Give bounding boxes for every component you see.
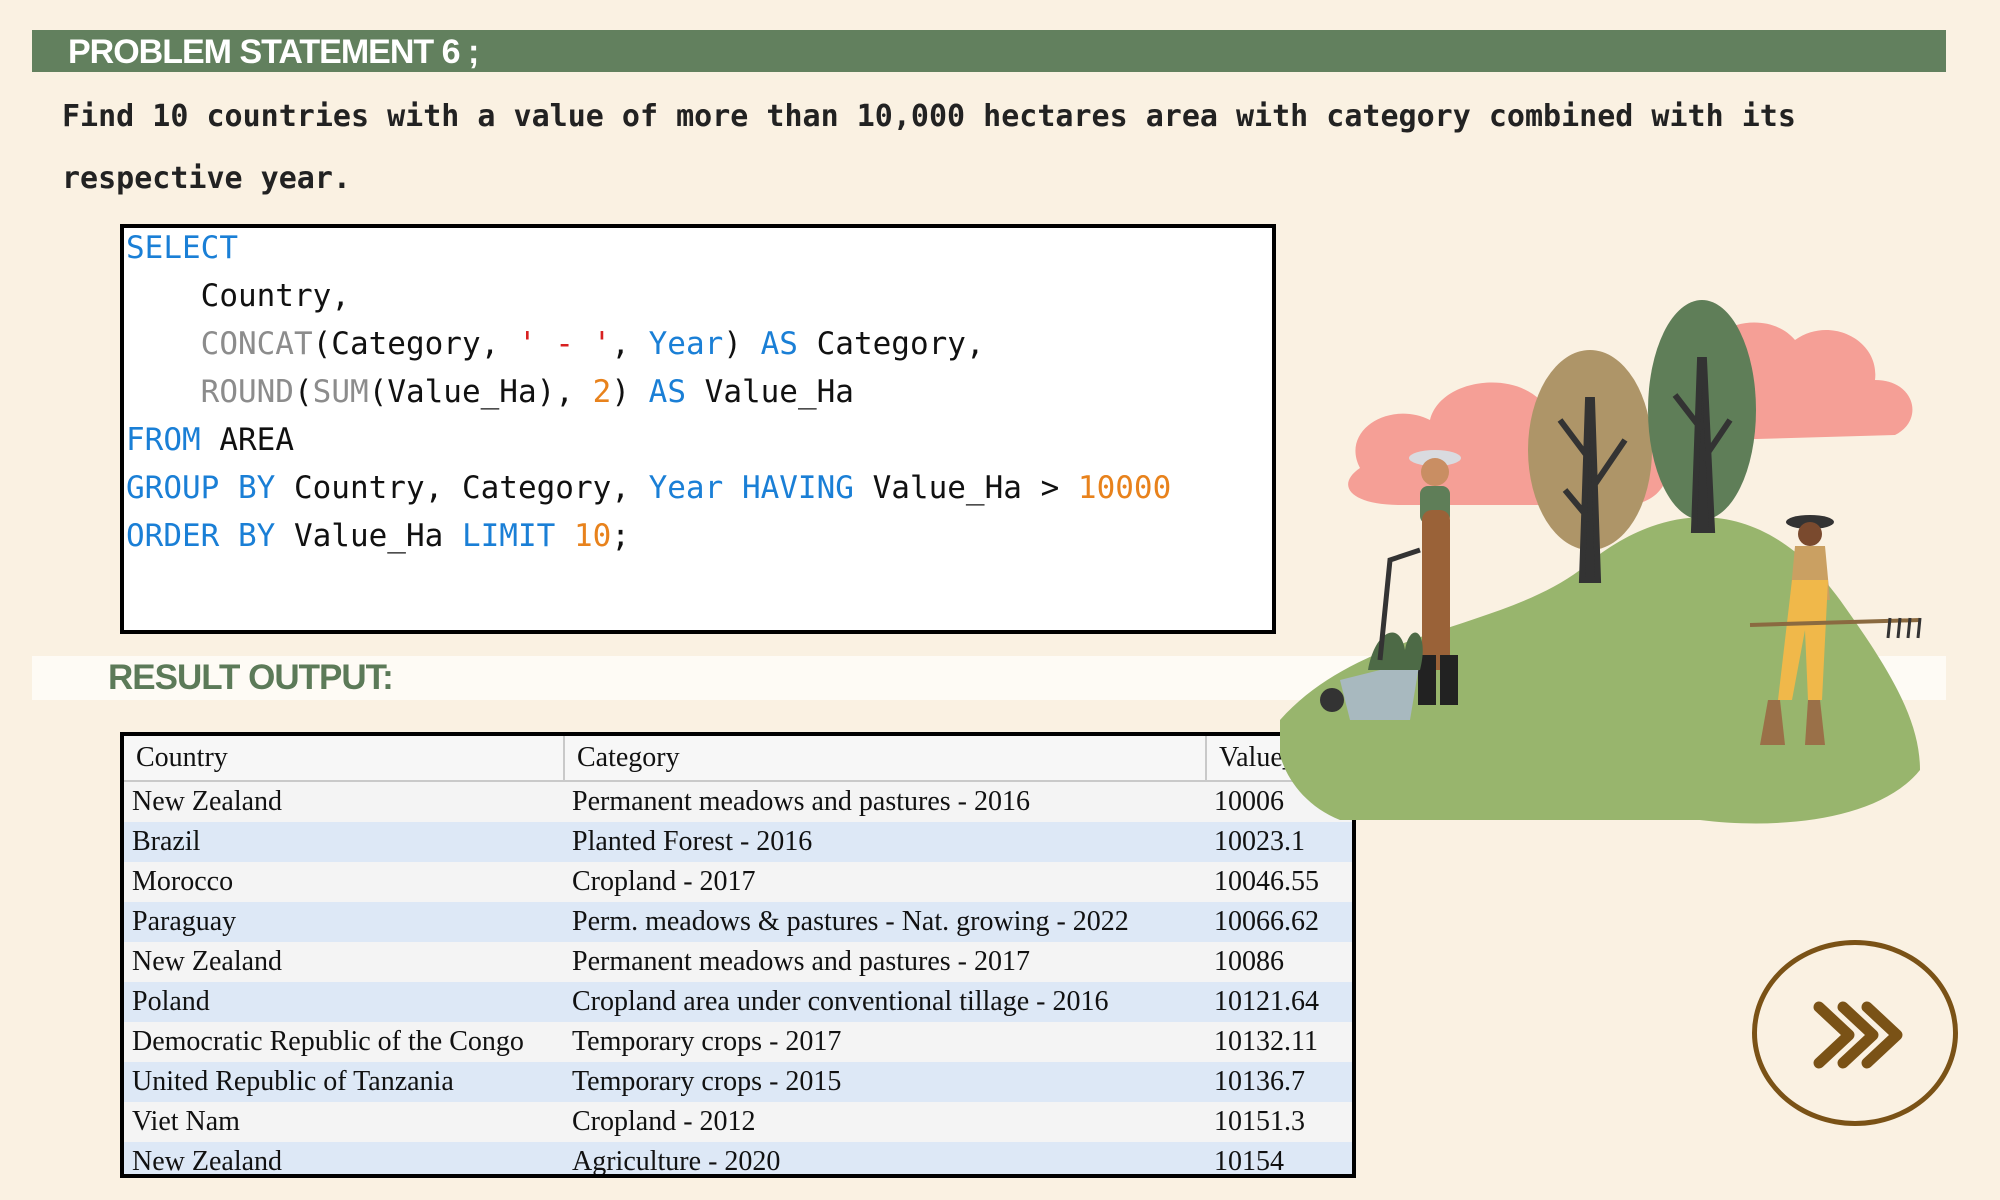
problem-statement: Find 10 countries with a value of more t… — [62, 86, 1942, 210]
table-row: New Zealand Permanent meadows and pastur… — [124, 942, 1352, 982]
cell-category: Agriculture - 2020 — [564, 1142, 1206, 1174]
alias-value-ha: Value_Ha — [704, 374, 854, 410]
page-title: PROBLEM STATEMENT 6 ; — [68, 33, 479, 71]
operator-gt: > — [1040, 470, 1060, 506]
table-row: New Zealand Agriculture - 2020 10154 — [124, 1142, 1352, 1174]
cell-country: New Zealand — [124, 781, 564, 822]
table-header-row: Country Category Value_Ha — [124, 736, 1352, 782]
chevron-triple-right-icon — [1813, 1001, 1903, 1069]
group-columns: Country, Category, — [293, 470, 630, 506]
kw-from: FROM — [126, 422, 201, 458]
cell-category: Cropland - 2012 — [564, 1102, 1206, 1142]
kw-limit: LIMIT — [461, 518, 556, 554]
concat-args: (Category, — [312, 326, 500, 362]
code-line-country: Country, — [126, 276, 350, 316]
cell-value-ha: 10151.3 — [1206, 1102, 1352, 1142]
cell-value-ha: 10066.62 — [1206, 902, 1352, 942]
cell-country: Viet Nam — [124, 1102, 564, 1142]
cell-country: Paraguay — [124, 902, 564, 942]
cell-category: Temporary crops - 2017 — [564, 1022, 1206, 1062]
table-row: Democratic Republic of the Congo Tempora… — [124, 1022, 1352, 1062]
table-row: United Republic of Tanzania Temporary cr… — [124, 1062, 1352, 1102]
fn-concat: CONCAT — [200, 326, 313, 362]
kw-as: AS — [648, 374, 686, 410]
num-ten: 10 — [573, 518, 612, 554]
num-two: 2 — [592, 374, 612, 410]
close-paren: ) — [611, 374, 630, 410]
having-column: Value_Ha — [872, 470, 1022, 506]
code-line-order-by: ORDER BY Value_Ha LIMIT 10; — [126, 516, 630, 556]
kw-group-by: GROUP BY — [126, 470, 276, 506]
sql-code-block: SELECT Country, CONCAT(Category, ' - ', … — [120, 224, 1276, 634]
close-paren: ) — [723, 326, 742, 362]
kw-order-by: ORDER BY — [126, 518, 276, 554]
open-paren: ( — [293, 374, 313, 410]
order-column: Value_Ha — [293, 518, 444, 554]
next-button[interactable] — [1752, 940, 1958, 1126]
problem-line-2: respective year. — [62, 161, 351, 196]
result-output-label: RESULT OUTPUT: — [108, 658, 394, 697]
table-row: Morocco Cropland - 2017 10046.55 — [124, 862, 1352, 902]
table-row: New Zealand Permanent meadows and pastur… — [124, 781, 1352, 822]
column-header-country: Country — [124, 736, 565, 782]
fn-round: ROUND — [200, 374, 294, 410]
code-line-select: SELECT — [126, 228, 238, 268]
cell-category: Temporary crops - 2015 — [564, 1062, 1206, 1102]
comma: , — [611, 326, 630, 362]
cell-category: Planted Forest - 2016 — [564, 822, 1206, 862]
table-row: Poland Cropland area under conventional … — [124, 982, 1352, 1022]
cell-category: Perm. meadows & pastures - Nat. growing … — [564, 902, 1206, 942]
table-row: Paraguay Perm. meadows & pastures - Nat.… — [124, 902, 1352, 942]
problem-line-1: Find 10 countries with a value of more t… — [62, 99, 1796, 134]
cell-country: New Zealand — [124, 1142, 564, 1174]
cell-value-ha: 10046.55 — [1206, 862, 1352, 902]
table-area: AREA — [219, 422, 294, 458]
col-country: Country, — [200, 278, 350, 314]
code-line-from: FROM AREA — [126, 420, 294, 460]
code-line-group-by: GROUP BY Country, Category, Year HAVING … — [126, 468, 1171, 508]
table-row: Brazil Planted Forest - 2016 10023.1 — [124, 822, 1352, 862]
column-header-category: Category — [564, 736, 1207, 782]
num-threshold: 10000 — [1077, 470, 1172, 506]
cell-category: Cropland area under conventional tillage… — [564, 982, 1206, 1022]
kw-having: HAVING — [741, 470, 854, 506]
kw-year: Year — [648, 326, 724, 362]
cell-value-ha: 10154 — [1206, 1142, 1352, 1174]
cell-category: Permanent meadows and pastures - 2017 — [564, 942, 1206, 982]
str-dash: ' - ' — [517, 326, 612, 362]
kw-as: AS — [760, 326, 798, 362]
cell-country: Poland — [124, 982, 564, 1022]
alias-category: Category, — [816, 326, 985, 362]
cell-country: Morocco — [124, 862, 564, 902]
cell-value-ha: 10132.11 — [1206, 1022, 1352, 1062]
cell-value-ha: 10136.7 — [1206, 1062, 1352, 1102]
code-line-round: ROUND(SUM(Value_Ha), 2) AS Value_Ha — [126, 372, 854, 412]
cell-category: Cropland - 2017 — [564, 862, 1206, 902]
cell-country: United Republic of Tanzania — [124, 1062, 564, 1102]
code-line-concat: CONCAT(Category, ' - ', Year) AS Categor… — [126, 324, 985, 364]
semicolon: ; — [611, 518, 630, 554]
cell-country: Democratic Republic of the Congo — [124, 1022, 564, 1062]
kw-year: Year — [648, 470, 724, 506]
cell-value-ha: 10086 — [1206, 942, 1352, 982]
cell-country: New Zealand — [124, 942, 564, 982]
cell-country: Brazil — [124, 822, 564, 862]
cell-category: Permanent meadows and pastures - 2016 — [564, 781, 1206, 822]
table-row: Viet Nam Cropland - 2012 10151.3 — [124, 1102, 1352, 1142]
fn-sum: SUM — [312, 374, 369, 410]
result-table: Country Category Value_Ha New Zealand Pe… — [120, 732, 1356, 1178]
kw-select: SELECT — [126, 230, 238, 266]
sum-arg: (Value_Ha), — [368, 374, 574, 410]
cell-value-ha: 10121.64 — [1206, 982, 1352, 1022]
header-banner: PROBLEM STATEMENT 6 ; — [32, 30, 1946, 72]
farmers-illustration — [1280, 300, 1922, 824]
